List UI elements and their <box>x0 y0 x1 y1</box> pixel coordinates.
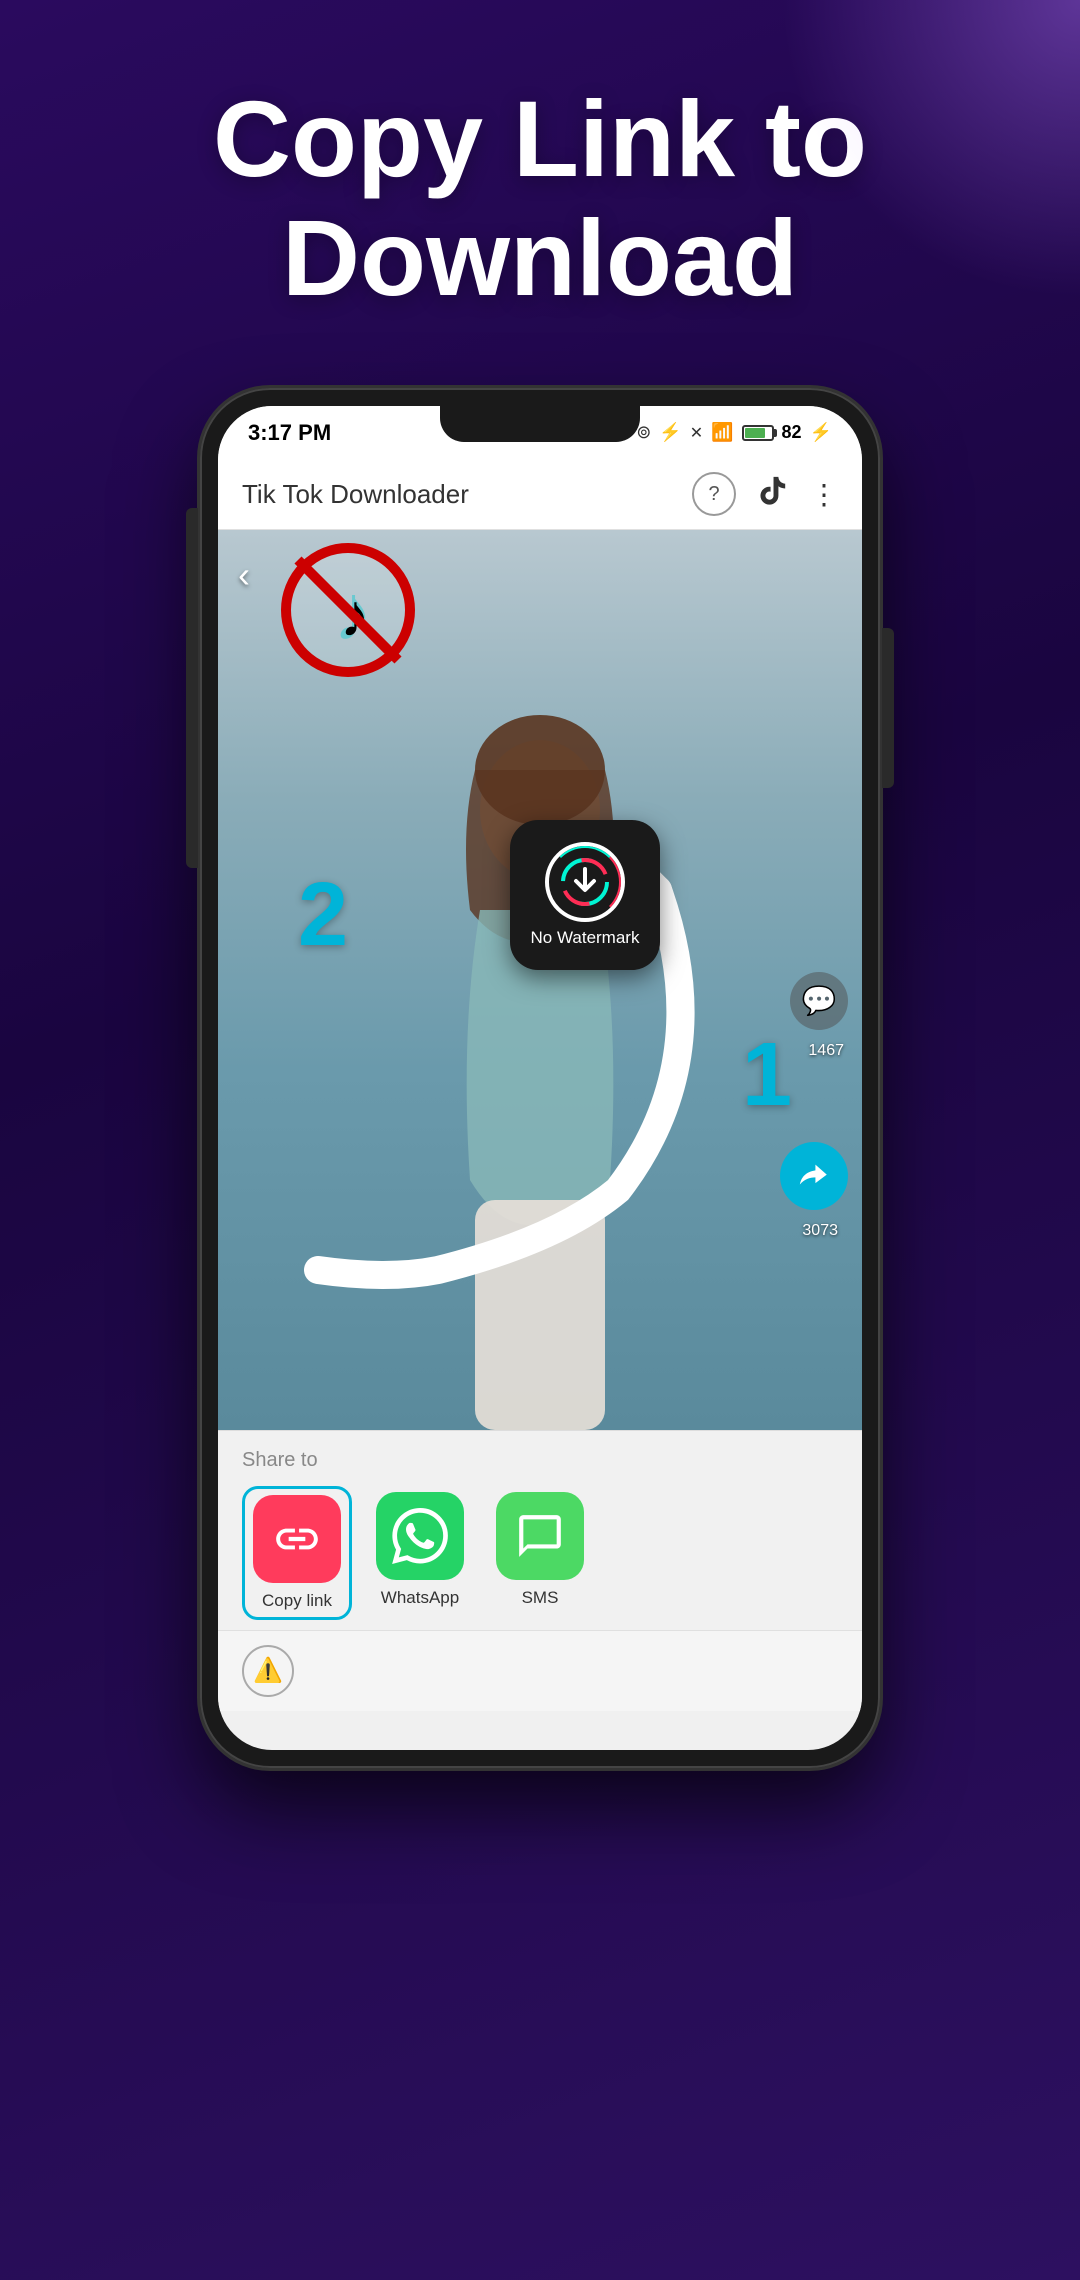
app-bar: Tik Tok Downloader ? ⋮ <box>218 460 862 530</box>
sms-icon-bg <box>496 1492 584 1580</box>
share-button[interactable] <box>780 1142 848 1210</box>
whatsapp-label: WhatsApp <box>381 1588 459 1608</box>
battery-box <box>742 425 774 441</box>
no-watermark-label: No Watermark <box>531 928 640 948</box>
phone-notch <box>440 406 640 442</box>
help-icon[interactable]: ? <box>692 472 736 516</box>
share-app-whatsapp[interactable]: WhatsApp <box>368 1486 472 1614</box>
app-title: Tik Tok Downloader <box>242 479 692 510</box>
no-watermark-app-icon[interactable]: No Watermark <box>510 820 660 970</box>
share-app-sms[interactable]: SMS <box>488 1486 592 1614</box>
phone-wrapper: 3:17 PM 🔕 ▷ ⊙ ⊚ ⚡ ✕ 📶 82 ⚡ <box>0 368 1080 1768</box>
wifi-icon: 📶 <box>711 422 733 443</box>
download-icon-ring <box>545 842 625 922</box>
bluetooth-icon: ⚡ <box>659 422 681 443</box>
battery-percentage: 82 <box>782 422 802 443</box>
share-count: 3073 <box>802 1222 838 1240</box>
phone-screen: 3:17 PM 🔕 ▷ ⊙ ⊚ ⚡ ✕ 📶 82 ⚡ <box>218 406 862 1750</box>
more-menu-icon[interactable]: ⋮ <box>810 478 838 511</box>
comments-count: 1467 <box>808 1042 844 1060</box>
share-app-copy-link[interactable]: Copy link <box>242 1486 352 1620</box>
share-apps-row: Copy link WhatsApp <box>242 1486 838 1620</box>
status-time: 3:17 PM <box>248 420 331 446</box>
app-bar-icons: ? ⋮ <box>692 472 838 516</box>
sim-icon: ✕ <box>690 423 703 443</box>
warning-icon: ⚠️ <box>242 1645 294 1697</box>
whatsapp-icon-bg <box>376 1492 464 1580</box>
warning-section: ⚠️ <box>218 1630 862 1711</box>
share-sheet-title: Share to <box>242 1449 838 1472</box>
video-content-area: ‹ ♪ ♪ <box>218 530 862 1430</box>
battery-fill <box>745 428 766 438</box>
copy-link-label: Copy link <box>262 1591 332 1611</box>
annotation-number-2: 2 <box>298 870 348 960</box>
back-arrow-icon[interactable]: ‹ <box>238 554 250 596</box>
tiktok-bar-icon <box>756 474 790 515</box>
no-tiktok-watermark-badge: ♪ ♪ <box>278 540 418 680</box>
bolt-icon: ⚡ <box>810 422 832 443</box>
battery-indicator <box>742 425 774 441</box>
hero-title: Copy Link to Download <box>60 80 1020 318</box>
comments-icon[interactable]: 💬 <box>790 972 848 1030</box>
hero-title-container: Copy Link to Download <box>0 0 1080 368</box>
phone-outer: 3:17 PM 🔕 ▷ ⊙ ⊚ ⚡ ✕ 📶 82 ⚡ <box>200 388 880 1768</box>
copy-link-icon-bg <box>253 1495 341 1583</box>
sms-label: SMS <box>522 1588 559 1608</box>
annotation-number-1: 1 <box>742 1030 792 1120</box>
